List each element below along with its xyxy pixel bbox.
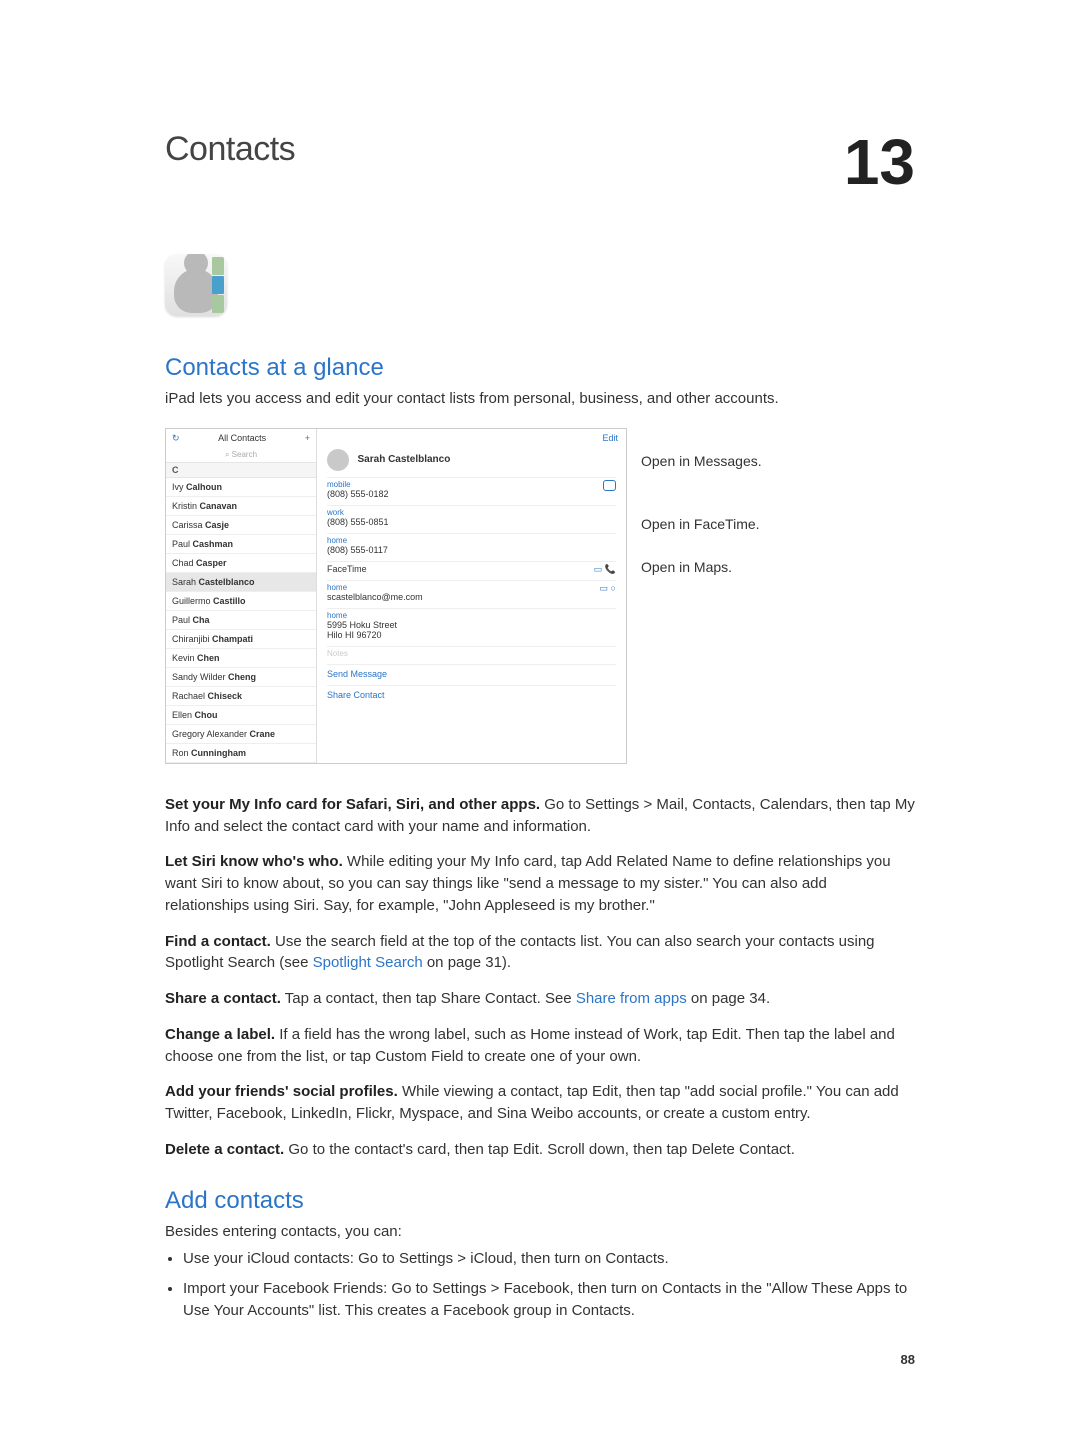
section-heading-add: Add contacts <box>165 1187 915 1215</box>
section-letter: C <box>166 462 316 478</box>
refresh-icon: ↻ <box>172 433 180 444</box>
address-label: home <box>327 611 616 620</box>
facetime-icons: ▭ 📞 <box>594 564 616 575</box>
share-contact-link: Share Contact <box>327 685 616 700</box>
send-message-link: Send Message <box>327 664 616 679</box>
contact-row: Sandy Wilder Cheng <box>166 668 316 687</box>
contact-row: Guillermo Castillo <box>166 592 316 611</box>
phone-field: home(808) 555-0117 <box>327 533 616 555</box>
page-number: 88 <box>165 1352 915 1367</box>
contact-row: Ellen Chou <box>166 706 316 725</box>
contact-row: Paul Cashman <box>166 535 316 554</box>
chapter-header: Contacts 13 <box>165 130 915 194</box>
notes-label: Notes <box>327 649 616 658</box>
para-share: Share a contact. Tap a contact, then tap… <box>165 988 915 1010</box>
contact-row: Chiranjibi Champati <box>166 630 316 649</box>
email-label: home <box>327 583 616 592</box>
para-siri: Let Siri know who's who. While editing y… <box>165 851 915 916</box>
edit-link: Edit <box>602 433 618 443</box>
chapter-title: Contacts <box>165 130 295 169</box>
address-line1: 5995 Hoku Street <box>327 620 616 630</box>
contact-row: Ron Cunningham <box>166 744 316 763</box>
list-title: All Contacts <box>218 433 266 444</box>
list-item: Import your Facebook Friends: Go to Sett… <box>183 1278 915 1322</box>
callout-maps: Open in Maps. <box>641 558 762 577</box>
section-heading-glance: Contacts at a glance <box>165 354 915 382</box>
contact-row: Kristin Canavan <box>166 497 316 516</box>
para-find: Find a contact. Use the search field at … <box>165 931 915 975</box>
search-field: ⌕ Search <box>166 448 316 462</box>
email-value: scastelblanco@me.com <box>327 592 616 602</box>
contact-row: Gregory Alexander Crane <box>166 725 316 744</box>
avatar <box>327 449 349 471</box>
contact-row: Paul Cha <box>166 611 316 630</box>
chapter-number: 13 <box>844 130 915 194</box>
contact-row: Rachael Chiseck <box>166 687 316 706</box>
add-contacts-list: Use your iCloud contacts: Go to Settings… <box>165 1248 915 1321</box>
spotlight-search-link[interactable]: Spotlight Search <box>313 954 423 971</box>
para-changelabel: Change a label. If a field has the wrong… <box>165 1024 915 1068</box>
email-action-icons: ▭ ○ <box>600 583 616 594</box>
contact-row: Ivy Calhoun <box>166 478 316 497</box>
phone-field: mobile(808) 555-0182 <box>327 477 616 499</box>
contact-row: Kevin Chen <box>166 649 316 668</box>
para-delete: Delete a contact. Go to the contact's ca… <box>165 1139 915 1161</box>
contact-detail-name: Sarah Castelblanco <box>358 454 451 465</box>
add-icon: + <box>305 433 310 444</box>
callout-messages: Open in Messages. <box>641 452 762 471</box>
phone-field: work(808) 555-0851 <box>327 505 616 527</box>
list-item: Use your iCloud contacts: Go to Settings… <box>183 1248 915 1270</box>
section-intro-glance: iPad lets you access and edit your conta… <box>165 388 915 410</box>
para-social: Add your friends' social profiles. While… <box>165 1081 915 1125</box>
share-from-apps-link[interactable]: Share from apps <box>576 990 687 1007</box>
contacts-screenshot: ↻ All Contacts + ⌕ Search C Ivy CalhounK… <box>165 428 627 764</box>
contact-row: Chad Casper <box>166 554 316 573</box>
contacts-app-icon <box>165 254 227 316</box>
facetime-label-row: FaceTime <box>327 564 616 574</box>
message-bubble-icon <box>603 480 616 491</box>
para-myinfo: Set your My Info card for Safari, Siri, … <box>165 794 915 838</box>
contact-row: Sarah Castelblanco <box>166 573 316 592</box>
contact-row: Carissa Casje <box>166 516 316 535</box>
callout-facetime: Open in FaceTime. <box>641 515 762 534</box>
address-line2: Hilo HI 96720 <box>327 630 616 640</box>
screenshot-with-callouts: ↻ All Contacts + ⌕ Search C Ivy CalhounK… <box>165 428 915 764</box>
section-intro-add: Besides entering contacts, you can: <box>165 1221 915 1243</box>
